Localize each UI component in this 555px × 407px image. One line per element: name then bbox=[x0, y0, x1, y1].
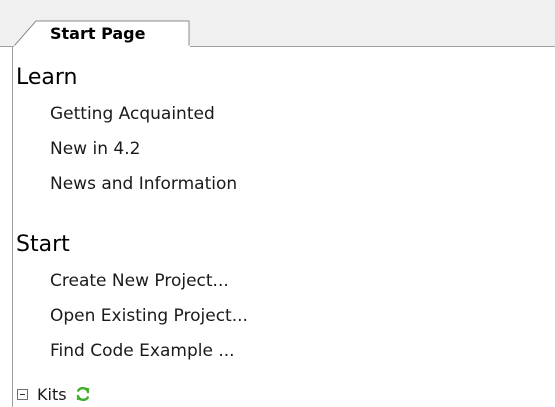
link-news-and-information[interactable]: News and Information bbox=[50, 174, 237, 194]
tab-label: Start Page bbox=[50, 24, 146, 43]
kits-row: Kits bbox=[17, 382, 91, 406]
tab-strip: Start Page bbox=[0, 0, 555, 47]
start-heading: Start bbox=[16, 232, 70, 257]
refresh-icon[interactable] bbox=[75, 386, 91, 402]
tab-start-page[interactable]: Start Page bbox=[14, 20, 190, 47]
link-create-new-project[interactable]: Create New Project... bbox=[50, 271, 229, 291]
link-new-in-version[interactable]: New in 4.2 bbox=[50, 139, 140, 159]
collapse-minus-icon[interactable] bbox=[17, 388, 28, 400]
learn-heading: Learn bbox=[16, 65, 78, 90]
link-open-existing-project[interactable]: Open Existing Project... bbox=[50, 306, 248, 326]
start-page-window: Start Page Learn Getting Acquainted New … bbox=[0, 0, 555, 407]
start-page-content: Learn Getting Acquainted New in 4.2 News… bbox=[13, 47, 555, 407]
kits-label: Kits bbox=[37, 384, 67, 404]
link-getting-acquainted[interactable]: Getting Acquainted bbox=[50, 104, 215, 124]
link-find-code-example[interactable]: Find Code Example ... bbox=[50, 341, 235, 361]
